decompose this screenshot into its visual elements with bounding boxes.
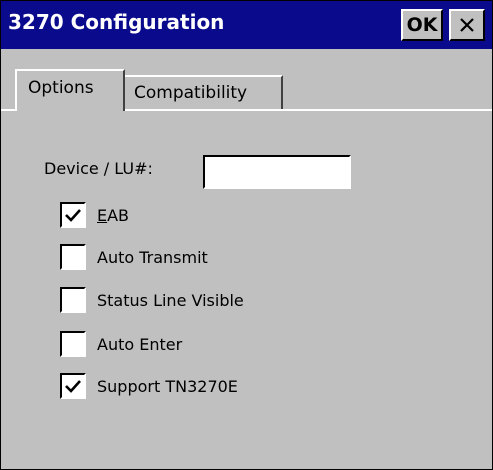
- device-lu-label: Device / LU#:: [44, 159, 153, 178]
- tab-options-label: Options: [28, 78, 94, 98]
- tab-compatibility[interactable]: Compatibility: [125, 75, 283, 109]
- checkbox-eab-rest: AB: [107, 205, 130, 225]
- checkbox-eab-label: EAB: [97, 206, 129, 225]
- checkbox-status-line-visible-label: Status Line Visible: [97, 290, 244, 310]
- check-icon: [65, 209, 81, 222]
- checkbox-support-tn3270e[interactable]: Support TN3270E: [60, 372, 238, 400]
- close-button[interactable]: [449, 9, 485, 41]
- checkbox-support-tn3270e-box[interactable]: [60, 373, 86, 399]
- ok-button-label: OK: [406, 14, 438, 36]
- tab-compatibility-label: Compatibility: [134, 83, 248, 103]
- title-bar: 3270 Configuration OK: [1, 1, 492, 49]
- window-title: 3270 Configuration: [8, 10, 225, 34]
- tab-strip: Options Compatibility: [1, 49, 492, 119]
- checkbox-status-line-visible-box[interactable]: [60, 287, 86, 313]
- device-lu-input[interactable]: [203, 155, 351, 189]
- tab-divider-gap: [17, 109, 123, 111]
- checkbox-eab[interactable]: EAB: [60, 201, 129, 229]
- checkbox-auto-enter-label: Auto Enter: [97, 334, 183, 354]
- checkbox-auto-transmit-label: Auto Transmit: [97, 247, 208, 267]
- ok-button[interactable]: OK: [401, 9, 443, 41]
- close-icon: [459, 17, 475, 33]
- checkbox-auto-enter-box[interactable]: [60, 331, 86, 357]
- tab-options[interactable]: Options: [15, 69, 125, 111]
- check-icon: [65, 380, 81, 393]
- dialog-window: 3270 Configuration OK Options Compatibil…: [0, 0, 493, 470]
- checkbox-support-tn3270e-label: Support TN3270E: [97, 376, 238, 396]
- checkbox-eab-box[interactable]: [60, 202, 86, 228]
- checkbox-auto-enter[interactable]: Auto Enter: [60, 330, 182, 358]
- checkbox-eab-accel: E: [97, 205, 108, 225]
- checkbox-status-line-visible[interactable]: Status Line Visible: [60, 286, 244, 314]
- checkbox-auto-transmit-box[interactable]: [60, 244, 86, 270]
- checkbox-auto-transmit[interactable]: Auto Transmit: [60, 243, 208, 271]
